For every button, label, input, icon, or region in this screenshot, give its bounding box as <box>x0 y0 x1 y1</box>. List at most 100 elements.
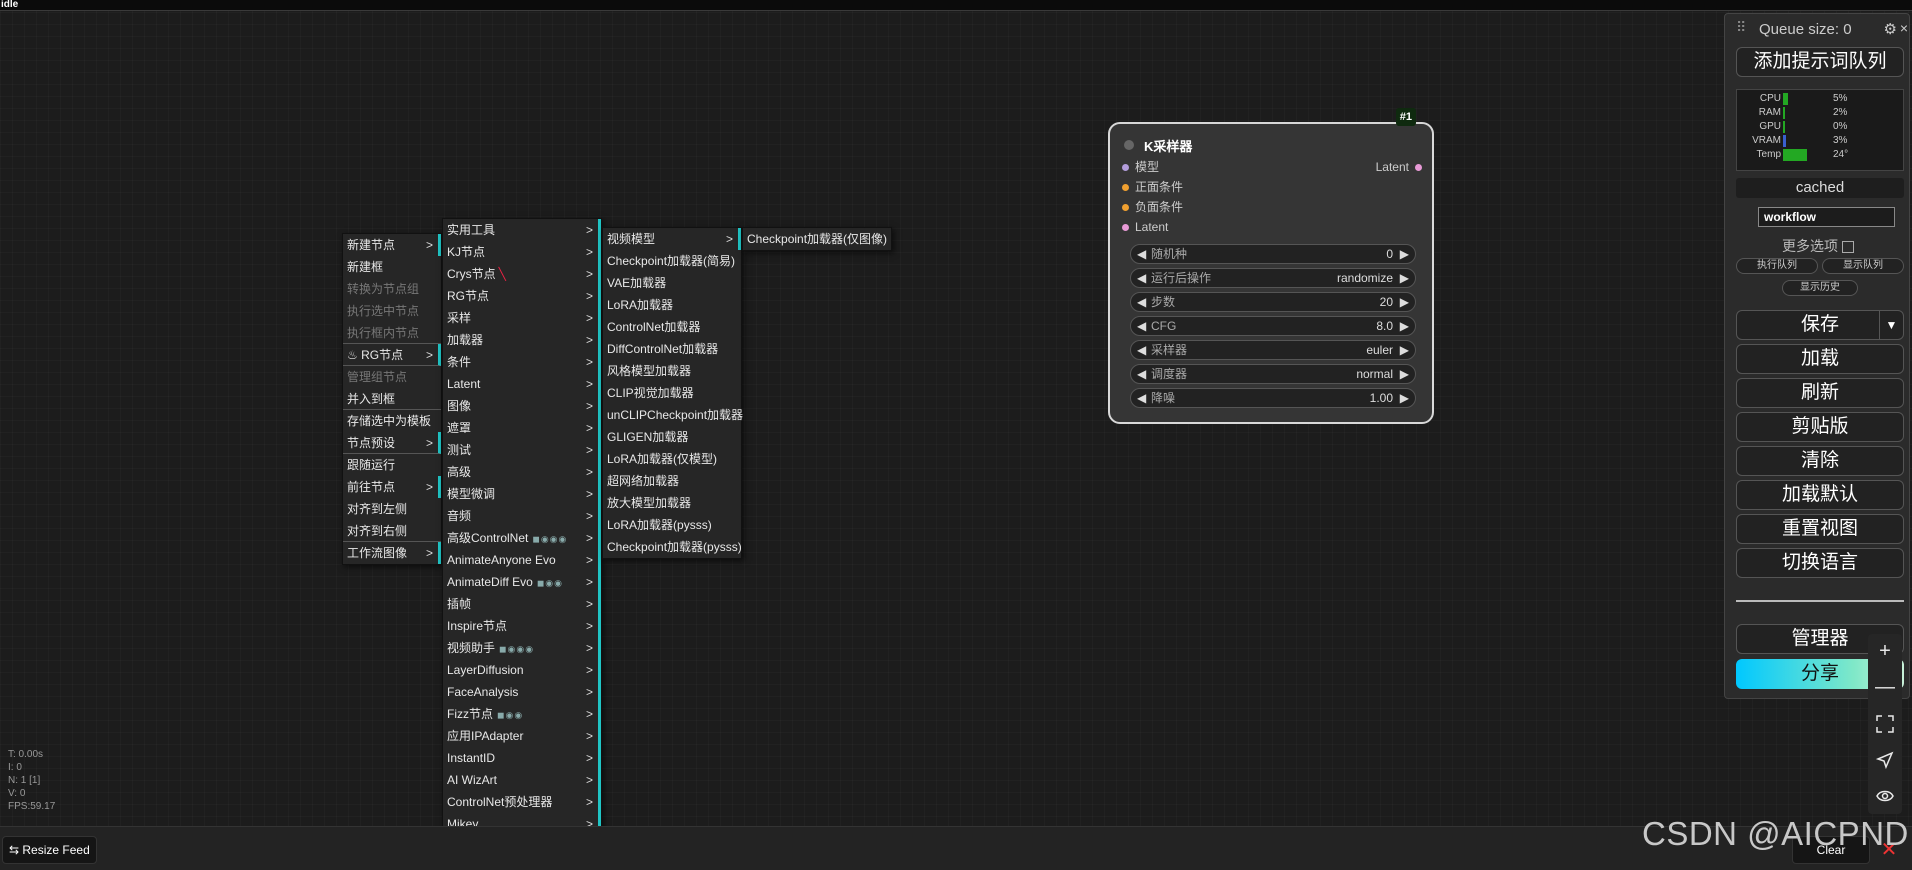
input-slot[interactable]: 模型 <box>1122 158 1159 176</box>
increment-arrow-icon[interactable]: ▶ <box>1400 341 1409 359</box>
node-category-item[interactable]: 插帧 > <box>443 593 601 615</box>
loader-item[interactable]: 风格模型加载器 <box>603 360 741 382</box>
context-menu-item[interactable]: 前往节点 > <box>343 476 441 498</box>
view-queue-button[interactable]: 执行队列 <box>1736 258 1818 274</box>
context-menu-item[interactable]: ♨ RG节点 > <box>343 344 441 366</box>
loader-item[interactable]: CLIP视觉加载器 <box>603 382 741 404</box>
node-category-item[interactable]: Fizz节点 ◼◉◉ > <box>443 703 601 725</box>
context-menu-item[interactable]: 并入到框 <box>343 388 441 410</box>
node-category-item[interactable]: AnimateDiff Evo ◼◉◉ > <box>443 571 601 593</box>
context-menu-item[interactable]: 对齐到左侧 <box>343 498 441 520</box>
save-button[interactable]: 保存 ▼ <box>1736 310 1904 340</box>
loader-item[interactable]: 超网络加载器 <box>603 470 741 492</box>
view-history-button[interactable]: 显示历史 <box>1782 280 1858 296</box>
decrement-arrow-icon[interactable]: ◀ <box>1137 269 1146 287</box>
node-category-item[interactable]: 应用IPAdapter > <box>443 725 601 747</box>
node-category-item[interactable]: 条件 > <box>443 351 601 373</box>
switch-language-button[interactable]: 切换语言 <box>1736 548 1904 578</box>
refresh-button[interactable]: 刷新 <box>1736 378 1904 408</box>
increment-arrow-icon[interactable]: ▶ <box>1400 293 1409 311</box>
node-category-item[interactable]: 测试 > <box>443 439 601 461</box>
queue-prompt-button[interactable]: 添加提示词队列 <box>1736 47 1904 77</box>
context-menu-item[interactable]: 对齐到右侧 <box>343 520 441 542</box>
node-category-item[interactable]: KJ节点 > <box>443 241 601 263</box>
context-menu-item[interactable]: 存储选中为模板 <box>343 410 441 432</box>
decrement-arrow-icon[interactable]: ◀ <box>1137 317 1146 335</box>
output-pin-icon[interactable] <box>1415 164 1422 172</box>
node-widget[interactable]: ◀ 降噪 1.00 ▶ <box>1130 388 1416 408</box>
close-icon[interactable]: × <box>1900 20 1908 36</box>
node-category-item[interactable]: 遮罩 > <box>443 417 601 439</box>
loader-item[interactable]: LoRA加载器 <box>603 294 741 316</box>
loader-item[interactable]: Checkpoint加载器(pysss) <box>603 536 742 558</box>
context-menu-item[interactable]: 新建节点 > <box>343 234 441 256</box>
node-category-item[interactable]: InstantID > <box>443 747 601 769</box>
input-slot[interactable]: 正面条件 <box>1122 178 1183 196</box>
gear-icon[interactable]: ⚙ <box>1884 20 1897 38</box>
increment-arrow-icon[interactable]: ▶ <box>1400 365 1409 383</box>
node-category-item[interactable]: ControlNet预处理器 > <box>443 791 601 813</box>
input-pin-icon[interactable] <box>1122 204 1129 212</box>
node-category-item[interactable]: 高级 > <box>443 461 601 483</box>
node-category-item[interactable]: 实用工具 > <box>443 219 601 241</box>
input-pin-icon[interactable] <box>1122 184 1129 192</box>
decrement-arrow-icon[interactable]: ◀ <box>1137 365 1146 383</box>
decrement-arrow-icon[interactable]: ◀ <box>1137 389 1146 407</box>
input-slot[interactable]: Latent <box>1122 218 1168 236</box>
extra-options-checkbox[interactable] <box>1842 241 1854 254</box>
loader-item[interactable]: LoRA加载器(仅模型) <box>603 448 741 470</box>
context-menu-item[interactable]: 工作流图像 > <box>343 542 441 564</box>
collapse-dot-icon[interactable] <box>1124 140 1134 150</box>
eye-icon[interactable] <box>1868 778 1902 812</box>
loader-item[interactable]: VAE加载器 <box>603 272 741 294</box>
node-category-item[interactable]: 高级ControlNet ◼◉◉◉ > <box>443 527 601 549</box>
node-category-item[interactable]: RG节点 > <box>443 285 601 307</box>
node-widget[interactable]: ◀ 随机种 0 ▶ <box>1130 244 1416 264</box>
context-menu-item[interactable]: 跟随运行 <box>343 454 441 476</box>
node-category-item[interactable]: 加载器 > <box>443 329 601 351</box>
loader-item[interactable]: ControlNet加载器 <box>603 316 741 338</box>
loader-item[interactable]: unCLIPCheckpoint加载器 <box>603 404 743 426</box>
decrement-arrow-icon[interactable]: ◀ <box>1137 341 1146 359</box>
loader-item[interactable]: 放大模型加载器 <box>603 492 741 514</box>
decrement-arrow-icon[interactable]: ◀ <box>1137 245 1146 263</box>
node-category-item[interactable]: 图像 > <box>443 395 601 417</box>
node-widget[interactable]: ◀ 步数 20 ▶ <box>1130 292 1416 312</box>
increment-arrow-icon[interactable]: ▶ <box>1400 269 1409 287</box>
input-slot[interactable]: 负面条件 <box>1122 198 1183 216</box>
output-slot-latent[interactable]: Latent <box>1376 160 1422 174</box>
node-category-item[interactable]: Crys节点 ╲ > <box>443 263 601 285</box>
node-category-item[interactable]: 模型微调 > <box>443 483 601 505</box>
loader-item[interactable]: Checkpoint加载器(简易) <box>603 250 741 272</box>
node-category-item[interactable]: LayerDiffusion > <box>443 659 601 681</box>
zoom-in-icon[interactable]: + <box>1868 634 1902 668</box>
workflow-name-field[interactable]: workflow <box>1758 207 1895 227</box>
loader-item[interactable]: LoRA加载器(pysss) <box>603 514 741 536</box>
increment-arrow-icon[interactable]: ▶ <box>1400 389 1409 407</box>
chevron-down-icon[interactable]: ▼ <box>1879 311 1903 339</box>
load-default-button[interactable]: 加载默认 <box>1736 480 1904 510</box>
context-menu-item[interactable]: 节点预设 > <box>343 432 441 454</box>
context-menu-item[interactable]: 新建框 <box>343 256 441 278</box>
video-model-item[interactable]: Checkpoint加载器(仅图像) <box>743 228 891 250</box>
node-category-item[interactable]: FaceAnalysis > <box>443 681 601 703</box>
node-category-item[interactable]: Inspire节点 > <box>443 615 601 637</box>
loader-item[interactable]: DiffControlNet加载器 <box>603 338 741 360</box>
node-widget[interactable]: ◀ 采样器 euler ▶ <box>1130 340 1416 360</box>
loader-item[interactable]: GLIGEN加载器 <box>603 426 741 448</box>
k-sampler-node[interactable]: #1 K采样器 Latent 模型 正面条件 负面条件 Latent ◀ 随机种 0 ▶ ◀ 运… <box>1108 108 1434 424</box>
load-button[interactable]: 加载 <box>1736 344 1904 374</box>
drag-handle-icon[interactable]: ⠿ <box>1736 19 1746 36</box>
input-pin-icon[interactable] <box>1122 164 1129 172</box>
increment-arrow-icon[interactable]: ▶ <box>1400 245 1409 263</box>
fit-view-icon[interactable] <box>1868 706 1902 740</box>
node-widget[interactable]: ◀ 调度器 normal ▶ <box>1130 364 1416 384</box>
navigate-icon[interactable] <box>1868 742 1902 776</box>
loader-item[interactable]: 视频模型 > <box>603 228 741 250</box>
node-category-item[interactable]: Latent > <box>443 373 601 395</box>
node-category-item[interactable]: AI WizArt > <box>443 769 601 791</box>
node-category-item[interactable]: 音频 > <box>443 505 601 527</box>
extra-options-toggle[interactable]: 更多选项 <box>1725 236 1911 256</box>
input-pin-icon[interactable] <box>1122 224 1129 232</box>
resize-feed-button[interactable]: ⇆ Resize Feed <box>2 836 97 864</box>
